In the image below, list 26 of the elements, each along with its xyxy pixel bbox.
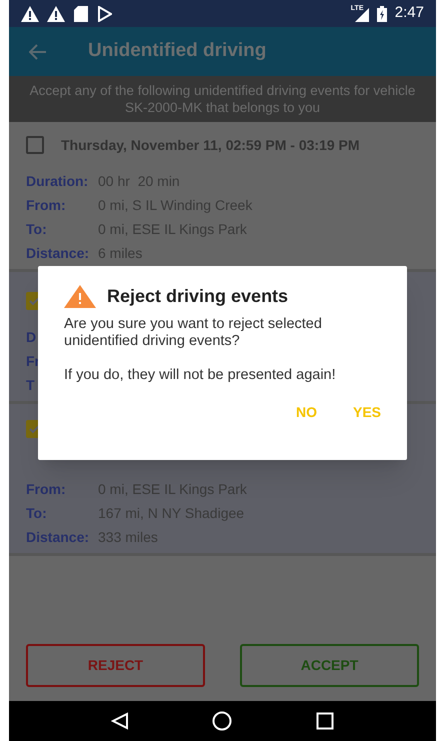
sd-card-icon bbox=[74, 6, 88, 22]
field-label: From: bbox=[26, 480, 66, 496]
dialog-message: If you do, they will not be presented again! bbox=[64, 367, 337, 384]
field-label: Distance: bbox=[26, 244, 90, 260]
home-icon[interactable] bbox=[212, 711, 232, 731]
warning-icon bbox=[21, 6, 39, 22]
field-label: From: bbox=[26, 196, 66, 212]
dialog-action[interactable]: YES bbox=[340, 398, 393, 427]
checkbox[interactable] bbox=[26, 136, 44, 154]
dialog-title: Reject driving events bbox=[107, 285, 288, 308]
field-label: To: bbox=[26, 504, 47, 520]
warning-icon bbox=[47, 6, 65, 22]
dialog-message: Are you sure you want to reject selected unidentified driving events? bbox=[64, 316, 323, 350]
clock: 2:47 bbox=[394, 3, 424, 24]
warning-icon bbox=[64, 285, 96, 308]
accept-button[interactable]: ACCEPT bbox=[240, 644, 419, 687]
dialog-action[interactable]: NO bbox=[284, 398, 329, 427]
reject-button[interactable]: REJECT bbox=[26, 644, 205, 687]
field-label: Distance: bbox=[26, 528, 90, 544]
play-icon bbox=[98, 6, 112, 22]
recents-icon[interactable] bbox=[316, 712, 334, 730]
battery-icon bbox=[376, 6, 387, 22]
back-icon[interactable] bbox=[110, 712, 129, 730]
field-label: To: bbox=[26, 220, 47, 236]
screen-title: Unidentified driving bbox=[88, 39, 266, 64]
field-label: Duration: bbox=[26, 172, 88, 188]
